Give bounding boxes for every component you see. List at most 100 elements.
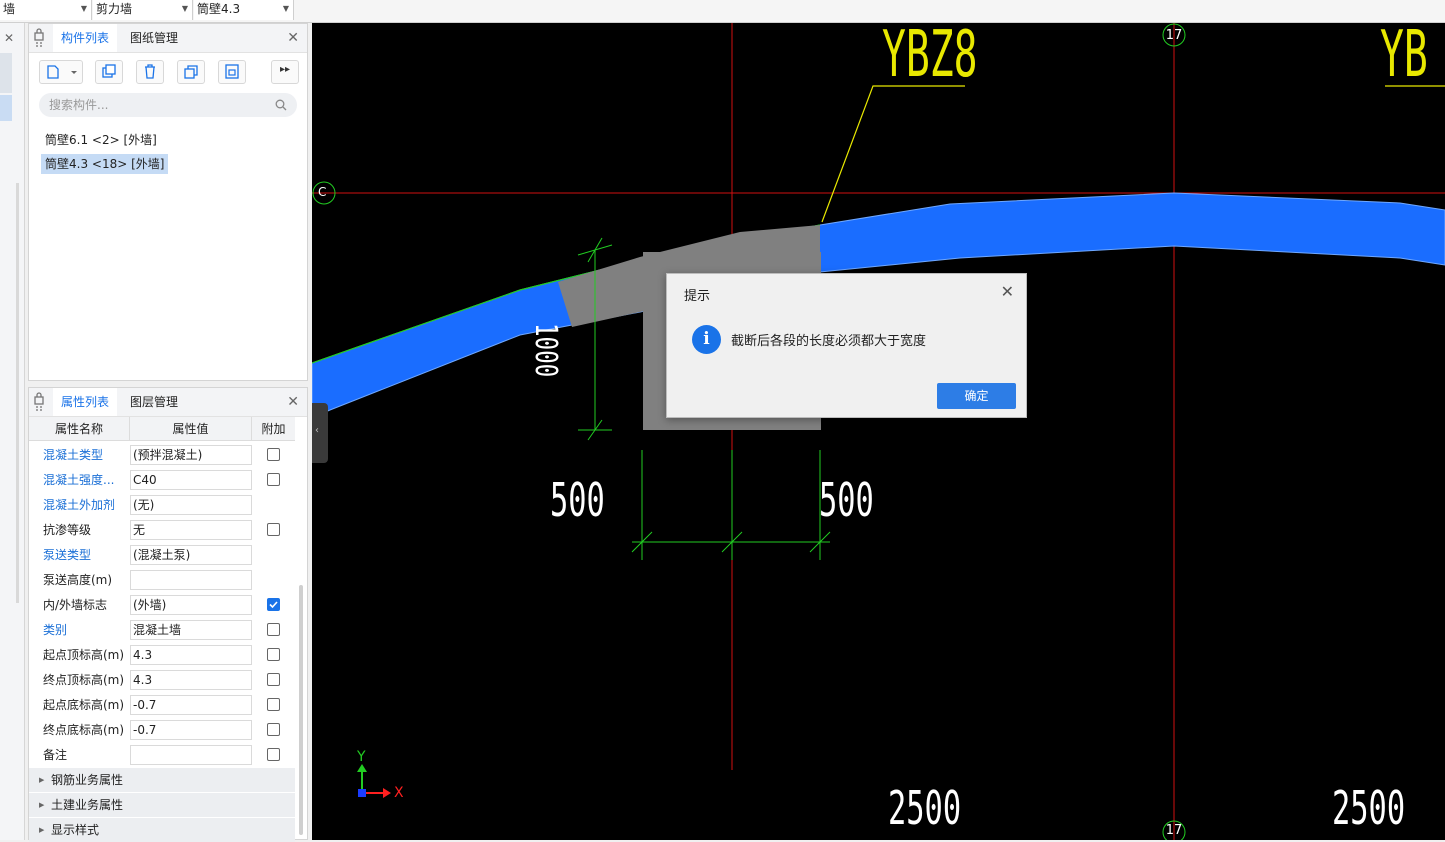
property-row[interactable]: 混凝土强度... C40 — [29, 468, 295, 493]
property-row[interactable]: 混凝土类型 (预拌混凝土) — [29, 443, 295, 468]
property-name: 终点顶标高(m) — [43, 673, 125, 687]
property-value-field[interactable]: -0.7 — [130, 720, 252, 740]
tab-component-list[interactable]: 构件列表 — [53, 24, 118, 52]
new-component-button[interactable] — [39, 60, 83, 84]
dialog-message: 截断后各段的长度必须都大于宽度 — [731, 334, 927, 349]
side-scroll-item[interactable] — [0, 53, 12, 93]
column-header-value: 属性值 — [130, 417, 252, 441]
search-icon[interactable] — [275, 99, 287, 111]
extra-checkbox[interactable] — [267, 673, 280, 686]
property-row[interactable]: 起点底标高(m) -0.7 — [29, 693, 295, 718]
extra-checkbox[interactable] — [267, 473, 280, 486]
layer-copy-button[interactable] — [218, 60, 246, 84]
extra-checkbox[interactable] — [267, 623, 280, 636]
new-file-icon — [47, 65, 77, 79]
list-item[interactable]: 筒壁6.1 <2> [外墙] — [41, 130, 161, 150]
extra-checkbox[interactable] — [267, 523, 280, 536]
extra-checkbox[interactable] — [267, 448, 280, 461]
property-row[interactable]: 内/外墙标志 (外墙) — [29, 593, 295, 618]
property-name: 起点底标高(m) — [43, 698, 125, 712]
property-row[interactable]: 混凝土外加剂 (无) — [29, 493, 295, 518]
property-value-field[interactable]: -0.7 — [130, 695, 252, 715]
property-row[interactable]: 泵送类型 (混凝土泵) — [29, 543, 295, 568]
dialog-title: 提示 — [684, 289, 711, 304]
component-label-partial: YB — [1380, 23, 1428, 92]
side-selected-item[interactable] — [0, 95, 12, 121]
property-value-field[interactable] — [130, 745, 252, 765]
axis-label-17-top: 17 — [1165, 28, 1183, 43]
property-value-field[interactable]: 无 — [130, 520, 252, 540]
extra-checkbox[interactable] — [267, 698, 280, 711]
extra-checkbox[interactable] — [267, 723, 280, 736]
extra-checkbox[interactable] — [267, 748, 280, 761]
dimension-text-1000: 1000 — [528, 323, 563, 378]
chevron-down-icon: ▼ — [181, 4, 188, 13]
label-leader — [821, 85, 965, 223]
copy-button[interactable] — [95, 60, 123, 84]
property-name: 混凝土类型 — [43, 448, 104, 462]
property-row[interactable]: 起点顶标高(m) 4.3 — [29, 643, 295, 668]
property-row[interactable]: 泵送高度(m) — [29, 568, 295, 593]
property-row[interactable]: 终点顶标高(m) 4.3 — [29, 668, 295, 693]
close-icon[interactable]: ✕ — [1001, 282, 1014, 301]
copy-icon — [102, 64, 116, 78]
property-value-field[interactable]: C40 — [130, 470, 252, 490]
delete-button[interactable] — [136, 60, 164, 84]
property-value-field[interactable]: (无) — [130, 495, 252, 515]
property-value-field[interactable]: (混凝土泵) — [130, 545, 252, 565]
category-select[interactable]: 墙 ▼ — [0, 0, 92, 20]
component-search-input[interactable]: 搜索构件... — [39, 93, 297, 117]
type-select[interactable]: 剪力墙 ▼ — [93, 0, 193, 20]
layer-copy-icon — [225, 64, 239, 79]
property-group-label: 显示样式 — [51, 823, 100, 837]
chevron-right-icon: ▶ — [39, 801, 45, 809]
chevron-right-icon: ▶ — [39, 776, 45, 784]
axis-x-label: X — [394, 785, 404, 801]
close-icon[interactable]: ✕ — [4, 31, 14, 45]
panel-collapse-handle[interactable]: ‹ — [312, 403, 328, 463]
dimension-text-500-right: 500 — [819, 473, 874, 527]
property-scrollbar[interactable] — [299, 585, 303, 835]
property-name: 混凝土强度... — [43, 473, 115, 487]
ucs-axes-icon — [357, 764, 391, 798]
info-icon: i — [692, 325, 721, 354]
property-value-field[interactable]: (预拌混凝土) — [130, 445, 252, 465]
lock-icon[interactable] — [33, 392, 45, 412]
property-name: 混凝土外加剂 — [43, 498, 116, 512]
component-select[interactable]: 筒壁4.3 ▼ — [194, 0, 294, 20]
property-value-field[interactable]: 混凝土墙 — [130, 620, 252, 640]
tab-property-list[interactable]: 属性列表 — [53, 388, 118, 416]
drawing-canvas[interactable]: YBZ8 YB 17 17 C 1000 500 500 2500 2500 X… — [312, 23, 1445, 840]
close-icon[interactable]: ✕ — [287, 394, 299, 410]
lock-icon[interactable] — [33, 28, 45, 48]
property-value-field[interactable]: 4.3 — [130, 670, 252, 690]
more-button[interactable]: ▸▸ — [271, 60, 299, 84]
property-row[interactable]: 备注 — [29, 743, 295, 768]
property-name: 泵送类型 — [43, 548, 92, 562]
tab-layer-management[interactable]: 图层管理 — [122, 388, 186, 416]
property-row[interactable]: 终点底标高(m) -0.7 — [29, 718, 295, 743]
tab-drawing-management[interactable]: 图纸管理 — [122, 24, 186, 52]
property-value-field[interactable]: 4.3 — [130, 645, 252, 665]
side-scrollbar[interactable] — [16, 183, 19, 603]
check-icon — [269, 601, 278, 609]
property-name: 终点底标高(m) — [43, 723, 125, 737]
list-item-selected[interactable]: 筒壁4.3 <18> [外墙] — [41, 154, 169, 174]
property-group-header[interactable]: ▶ 显示样式 — [29, 818, 295, 842]
property-row[interactable]: 类别 混凝土墙 — [29, 618, 295, 643]
property-value-field[interactable]: (外墙) — [130, 595, 252, 615]
property-group-header[interactable]: ▶ 钢筋业务属性 — [29, 768, 295, 792]
axis-label-17-bottom: 17 — [1165, 823, 1183, 838]
ok-button[interactable]: 确定 — [937, 383, 1016, 409]
component-list-panel: 构件列表 图纸管理 ✕ ▸▸ 搜索构件... 筒壁6.1 <2> [外墙] 筒壁… — [28, 23, 308, 381]
property-table: 属性名称 属性值 附加 混凝土类型 (预拌混凝土) 混凝土强度... C40 混凝土外加… — [29, 417, 295, 842]
property-name: 备注 — [43, 748, 68, 762]
close-icon[interactable]: ✕ — [287, 30, 299, 46]
extra-checkbox-checked[interactable] — [267, 598, 280, 611]
duplicate-button[interactable] — [177, 60, 205, 84]
property-value-field[interactable] — [130, 570, 252, 590]
extra-checkbox[interactable] — [267, 648, 280, 661]
property-row[interactable]: 抗渗等级 无 — [29, 518, 295, 543]
property-group-header[interactable]: ▶ 土建业务属性 — [29, 793, 295, 817]
component-panel-tabs: 构件列表 图纸管理 ✕ — [29, 24, 307, 53]
